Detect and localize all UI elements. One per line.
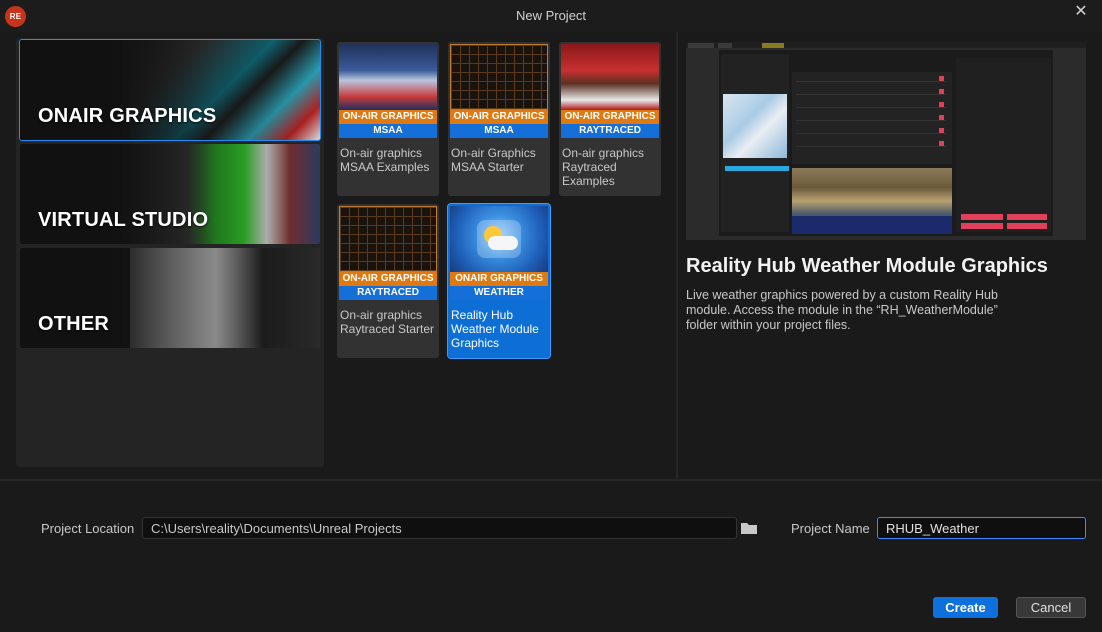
category-other[interactable]: OTHER: [20, 248, 320, 348]
category-panel: ONAIR GRAPHICS VIRTUAL STUDIO OTHER: [16, 38, 324, 467]
template-name: On-air graphics MSAA Examples: [340, 146, 430, 174]
template-detail-description: Live weather graphics powered by a custo…: [686, 288, 998, 332]
template-banner-bottom: RAYTRACED: [339, 286, 437, 300]
project-location-input[interactable]: [142, 517, 737, 539]
template-thumbnail: ON-AIR GRAPHICS MSAA: [339, 44, 437, 138]
template-thumbnail: ON-AIR GRAPHICS MSAA: [450, 44, 548, 138]
category-virtual-studio[interactable]: VIRTUAL STUDIO: [20, 144, 320, 244]
create-button[interactable]: Create: [933, 597, 998, 618]
folder-icon[interactable]: [740, 521, 758, 535]
window-title: New Project: [515, 8, 587, 23]
template-thumbnail: ON-AIR GRAPHICS RAYTRACED: [339, 206, 437, 300]
template-tile-raytraced-starter[interactable]: ON-AIR GRAPHICS RAYTRACED On-air graphic…: [337, 204, 439, 358]
category-label: OTHER: [38, 313, 109, 335]
template-preview-image: [686, 42, 1086, 240]
template-banner-top: ON-AIR GRAPHICS: [450, 110, 548, 124]
category-label: ONAIR GRAPHICS: [38, 105, 217, 127]
template-banner-bottom: WEATHER: [450, 286, 548, 300]
template-detail-title: Reality Hub Weather Module Graphics: [686, 255, 1048, 277]
template-thumbnail: ON-AIR GRAPHICS RAYTRACED: [561, 44, 659, 138]
project-name-label: Project Name: [791, 521, 870, 536]
project-name-input[interactable]: [877, 517, 1086, 539]
category-label: VIRTUAL STUDIO: [38, 209, 209, 231]
title-bar: RE New Project ✕: [0, 0, 1102, 32]
template-tile-weather-module[interactable]: ONAIR GRAPHICS WEATHER Reality Hub Weath…: [447, 203, 551, 359]
category-onair-graphics[interactable]: ONAIR GRAPHICS: [19, 39, 321, 141]
template-tile-raytraced-examples[interactable]: ON-AIR GRAPHICS RAYTRACED On-air graphic…: [559, 42, 661, 196]
project-location-label: Project Location: [41, 521, 135, 536]
close-icon[interactable]: ✕: [1072, 3, 1090, 21]
template-banner-top: ON-AIR GRAPHICS: [339, 272, 437, 286]
template-tile-msaa-starter[interactable]: ON-AIR GRAPHICS MSAA On-air Graphics MSA…: [448, 42, 550, 196]
template-name: On-air graphics Raytraced Examples: [562, 146, 645, 188]
template-banner-bottom: RAYTRACED: [561, 124, 659, 138]
vertical-divider: [676, 32, 678, 480]
template-banner-top: ON-AIR GRAPHICS: [339, 110, 437, 124]
template-name: Reality Hub Weather Module Graphics: [451, 308, 539, 350]
template-banner-top: ON-AIR GRAPHICS: [561, 110, 659, 124]
cancel-button[interactable]: Cancel: [1016, 597, 1086, 618]
cloud-icon: [488, 236, 518, 250]
template-banner-bottom: MSAA: [339, 124, 437, 138]
template-thumbnail: ONAIR GRAPHICS WEATHER: [450, 206, 548, 300]
template-banner-top: ONAIR GRAPHICS: [450, 272, 548, 286]
template-tile-msaa-examples[interactable]: ON-AIR GRAPHICS MSAA On-air graphics MSA…: [337, 42, 439, 196]
template-name: On-air Graphics MSAA Starter: [451, 146, 536, 174]
template-banner-bottom: MSAA: [450, 124, 548, 138]
template-name: On-air graphics Raytraced Starter: [340, 308, 435, 336]
